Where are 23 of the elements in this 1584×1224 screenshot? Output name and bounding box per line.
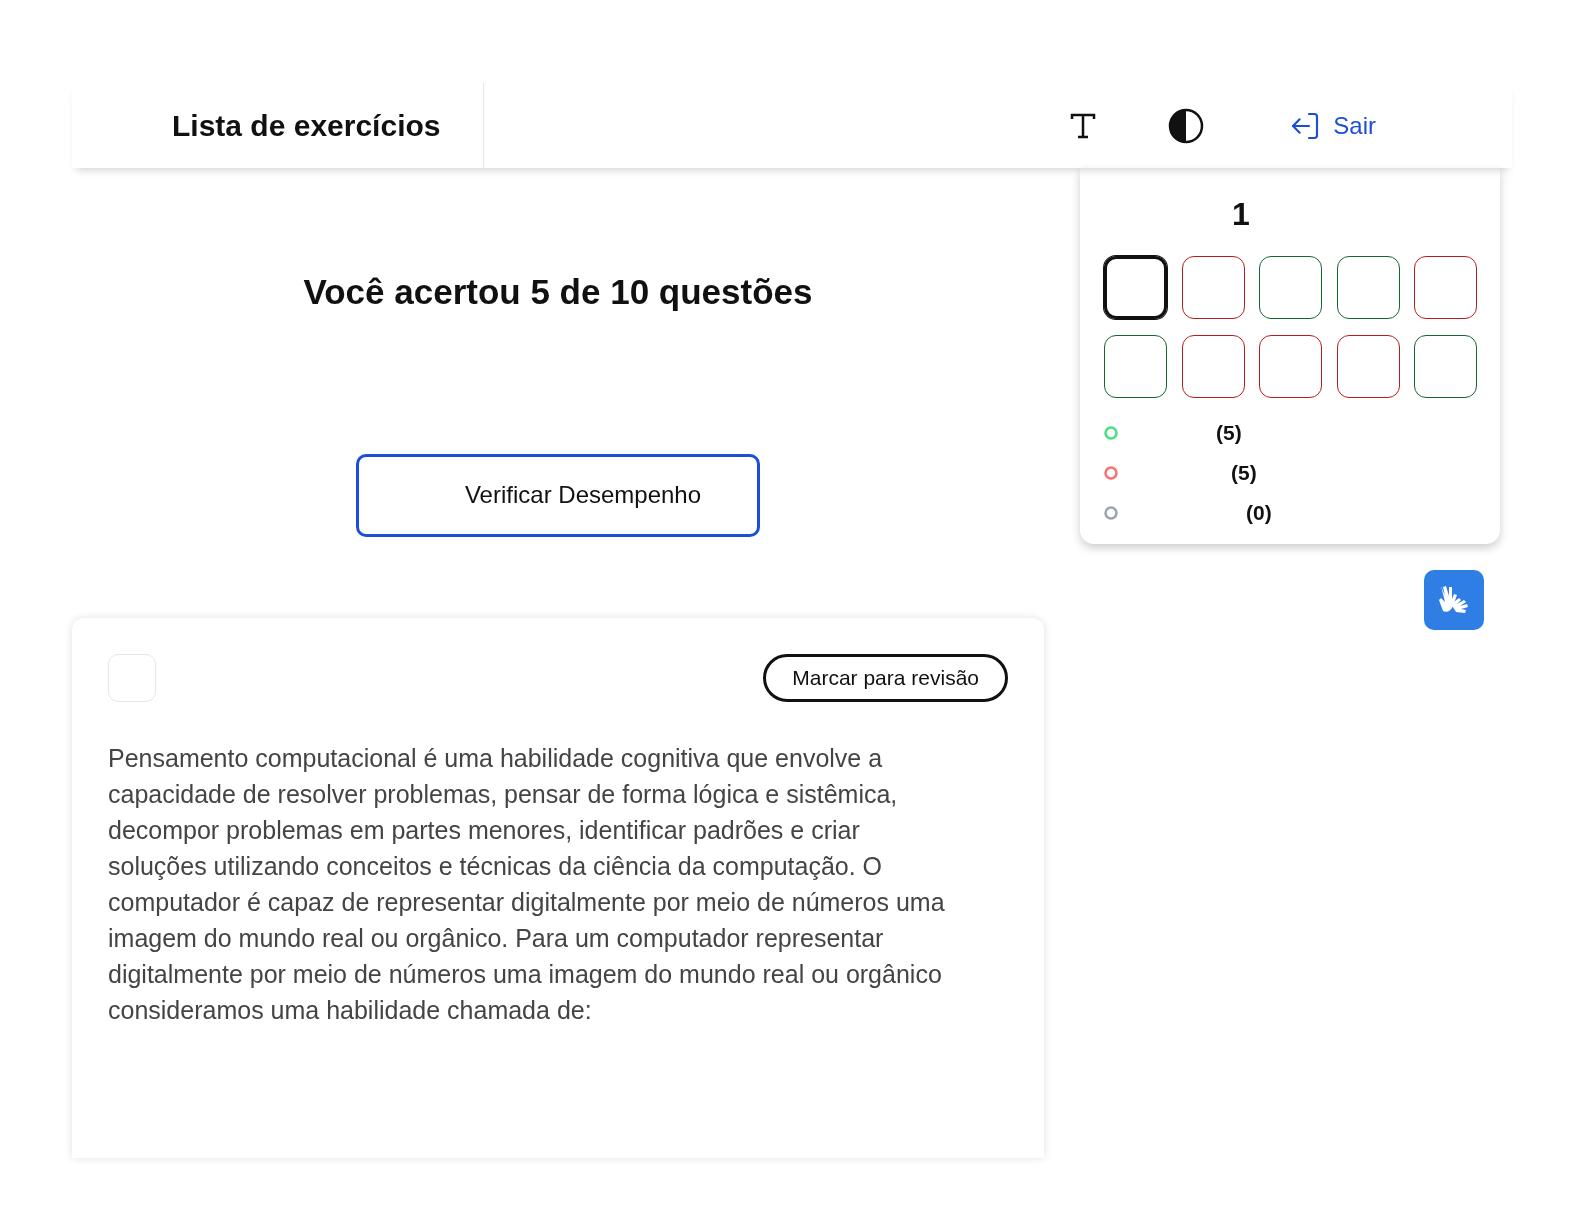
question-tile[interactable] bbox=[1414, 256, 1478, 319]
sign-language-button[interactable] bbox=[1424, 570, 1484, 630]
legend-count: (0) bbox=[1246, 500, 1272, 527]
checkbox[interactable] bbox=[108, 654, 156, 702]
question-tile[interactable] bbox=[1181, 256, 1245, 319]
question-tile[interactable] bbox=[1104, 256, 1167, 319]
question-tile[interactable] bbox=[1414, 335, 1478, 398]
question-tile[interactable] bbox=[1259, 335, 1323, 398]
question-text: Pensamento computacional é uma habilidade cognitiva que envolve a capacidade de resolver problemas, pensar de forma lógica e sistêmica, decompor problemas em partes menores, identificar padrões e criar soluções utilizando conceitos e técnicas da ciência da computação. O computador é capaz de representar digitalmente por meio de números uma imagem do mundo real ou orgânico. Para um computador representar digitalmente por meio de números uma imagem do mundo real ou orgânico consideramos uma habilidade chamada de: bbox=[108, 743, 946, 1026]
question-tile[interactable] bbox=[1181, 335, 1245, 398]
score-heading: Você acertou 5 de 10 questões bbox=[303, 271, 813, 313]
question-tile[interactable] bbox=[1104, 335, 1167, 398]
legend-count: (5) bbox=[1216, 420, 1242, 447]
logout-link[interactable]: Sair bbox=[1289, 107, 1376, 144]
question-tile[interactable] bbox=[1336, 256, 1400, 319]
question-tile[interactable] bbox=[1259, 256, 1323, 319]
question-tile[interactable] bbox=[1336, 335, 1400, 398]
contrast-icon[interactable] bbox=[1168, 107, 1205, 144]
legend-count: (5) bbox=[1231, 460, 1257, 487]
mark-for-review-button[interactable]: Marcar para revisão bbox=[763, 654, 1008, 702]
page-title: Lista de exercícios bbox=[172, 108, 441, 144]
check-performance-button[interactable]: Verificar Desempenho bbox=[356, 453, 760, 537]
current-question-number: 1 bbox=[1232, 195, 1250, 234]
